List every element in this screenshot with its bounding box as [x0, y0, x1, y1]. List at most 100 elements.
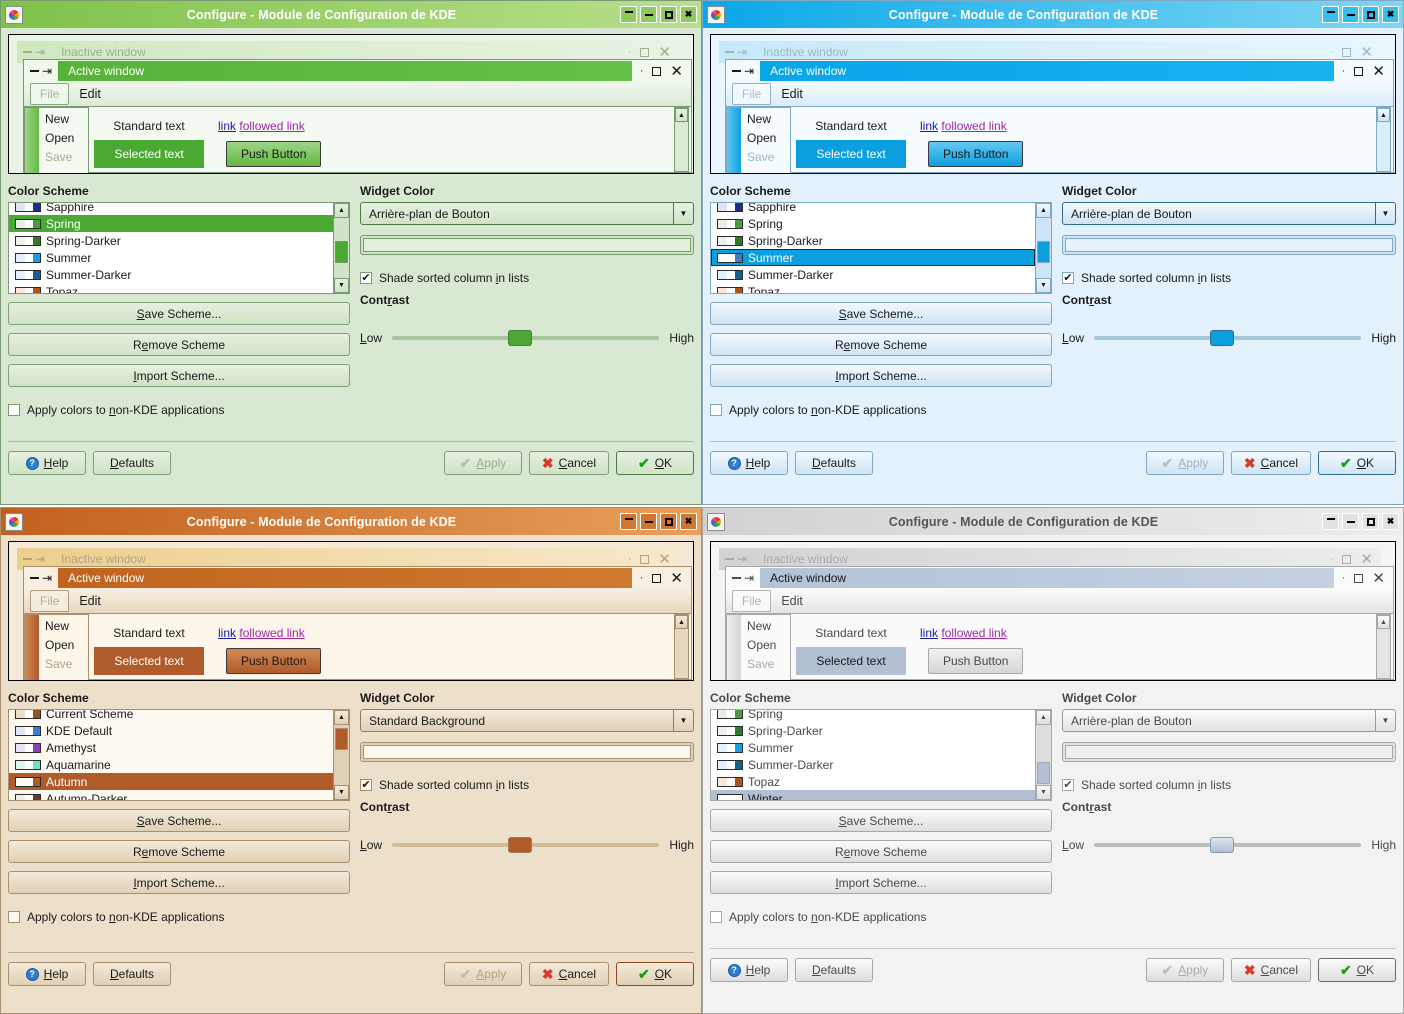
- save-scheme-button[interactable]: Save Scheme...: [8, 302, 350, 325]
- menu-popup-item[interactable]: Open: [45, 129, 88, 148]
- menu-item-edit[interactable]: Edit: [69, 84, 111, 104]
- menu-item-file[interactable]: File: [732, 83, 772, 105]
- list-item[interactable]: Spring: [711, 215, 1035, 232]
- help-button[interactable]: ? Help: [8, 962, 86, 986]
- color-preview-field[interactable]: [1062, 235, 1396, 255]
- minimize-button[interactable]: [1342, 6, 1359, 23]
- window-titlebar[interactable]: Configure - Module de Configuration de K…: [1, 1, 701, 28]
- menu-popup-item[interactable]: New: [747, 110, 790, 129]
- preview-scrollbar[interactable]: ▲: [1376, 614, 1391, 679]
- menu-item-file[interactable]: File: [30, 83, 70, 105]
- apply-nonkde-row[interactable]: Apply colors to non-KDE applications: [8, 403, 350, 417]
- list-item[interactable]: Summer-Darker: [9, 266, 333, 283]
- color-preview-field[interactable]: [360, 742, 694, 762]
- close-button[interactable]: ✖: [680, 513, 697, 530]
- scroll-up-arrow[interactable]: ▲: [1036, 710, 1051, 725]
- scroll-up-arrow[interactable]: ▲: [1036, 203, 1051, 218]
- menu-item-file[interactable]: File: [30, 590, 70, 612]
- close-button[interactable]: ✖: [680, 6, 697, 23]
- active-titlebar[interactable]: ⇥ Active window · ✕: [726, 60, 1393, 82]
- menu-popup-item[interactable]: Open: [45, 636, 88, 655]
- scroll-down-arrow[interactable]: ▼: [334, 278, 349, 293]
- scroll-up-arrow[interactable]: ▲: [1377, 615, 1390, 629]
- menu-popup-item[interactable]: New: [45, 110, 88, 129]
- list-item[interactable]: Spring-Darker: [711, 722, 1035, 739]
- help-button[interactable]: ? Help: [710, 958, 788, 982]
- cancel-button[interactable]: ✖ Cancel: [1230, 958, 1311, 982]
- shade-sorted-row[interactable]: ✔ Shade sorted column in lists: [360, 778, 694, 792]
- menu-item-edit[interactable]: Edit: [771, 84, 813, 104]
- chevron-down-icon[interactable]: ▼: [1375, 203, 1395, 224]
- apply-nonkde-row[interactable]: Apply colors to non-KDE applications: [710, 910, 1052, 924]
- preview-scrollbar[interactable]: ▲: [674, 107, 689, 172]
- scroll-down-arrow[interactable]: ▼: [1036, 278, 1051, 293]
- window-titlebar[interactable]: Configure - Module de Configuration de K…: [703, 1, 1403, 28]
- maximize-button[interactable]: [660, 6, 677, 23]
- remove-scheme-button[interactable]: Remove Scheme: [710, 840, 1052, 863]
- list-item[interactable]: KDE Default: [9, 722, 333, 739]
- link-sample[interactable]: link: [920, 119, 938, 133]
- minimize-button[interactable]: [640, 513, 657, 530]
- apply-nonkde-checkbox[interactable]: [710, 404, 722, 416]
- close-button[interactable]: ✖: [1382, 513, 1399, 530]
- list-scrollbar[interactable]: ▲ ▼: [333, 203, 349, 293]
- list-item[interactable]: Sapphire: [711, 203, 1035, 215]
- color-scheme-list[interactable]: Current Scheme KDE Default Amethyst Aquamar…: [8, 709, 350, 801]
- color-preview-field[interactable]: [360, 235, 694, 255]
- window-titlebar[interactable]: Configure - Module de Configuration de K…: [703, 508, 1403, 535]
- help-button[interactable]: ? Help: [710, 451, 788, 475]
- remove-scheme-button[interactable]: Remove Scheme: [710, 333, 1052, 356]
- followed-link-sample[interactable]: followed link: [941, 119, 1006, 133]
- import-scheme-button[interactable]: Import Scheme...: [8, 871, 350, 894]
- menu-popup-item[interactable]: Open: [747, 636, 790, 655]
- maximize-button[interactable]: [1362, 6, 1379, 23]
- window-titlebar[interactable]: Configure - Module de Configuration de K…: [1, 508, 701, 535]
- scroll-thumb[interactable]: [335, 728, 348, 750]
- minimize-button[interactable]: [640, 6, 657, 23]
- shade-button[interactable]: [620, 6, 637, 23]
- list-scrollbar[interactable]: ▲ ▼: [333, 710, 349, 800]
- push-button-sample[interactable]: Push Button: [928, 648, 1024, 674]
- remove-scheme-button[interactable]: Remove Scheme: [8, 840, 350, 863]
- list-item[interactable]: Topaz: [9, 283, 333, 293]
- defaults-button[interactable]: Defaults: [93, 451, 171, 475]
- widget-color-combo[interactable]: Arrière-plan de Bouton ▼: [1062, 202, 1396, 225]
- ok-button[interactable]: ✔ OK: [616, 962, 694, 986]
- widget-color-combo[interactable]: Arrière-plan de Bouton ▼: [1062, 709, 1396, 732]
- push-button-sample[interactable]: Push Button: [928, 141, 1024, 167]
- menu-item-edit[interactable]: Edit: [69, 591, 111, 611]
- close-button[interactable]: ✖: [1382, 6, 1399, 23]
- menu-popup-item[interactable]: Save: [45, 655, 88, 674]
- list-item[interactable]: Summer: [711, 249, 1035, 266]
- scroll-up-arrow[interactable]: ▲: [334, 203, 349, 218]
- chevron-down-icon[interactable]: ▼: [1375, 710, 1395, 731]
- minimize-button[interactable]: [1342, 513, 1359, 530]
- push-button-sample[interactable]: Push Button: [226, 141, 322, 167]
- menu-popup-item[interactable]: Save: [45, 148, 88, 167]
- list-item[interactable]: Spring: [711, 710, 1035, 722]
- list-item[interactable]: Sapphire: [9, 203, 333, 215]
- save-scheme-button[interactable]: Save Scheme...: [710, 809, 1052, 832]
- scroll-up-arrow[interactable]: ▲: [1377, 108, 1390, 122]
- remove-scheme-button[interactable]: Remove Scheme: [8, 333, 350, 356]
- list-item[interactable]: Amethyst: [9, 739, 333, 756]
- scroll-up-arrow[interactable]: ▲: [675, 108, 688, 122]
- list-scrollbar[interactable]: ▲ ▼: [1035, 710, 1051, 800]
- widget-color-combo[interactable]: Standard Background ▼: [360, 709, 694, 732]
- active-titlebar[interactable]: ⇥ Active window · ✕: [24, 60, 691, 82]
- scroll-thumb[interactable]: [335, 241, 348, 263]
- shade-button[interactable]: [620, 513, 637, 530]
- list-item[interactable]: Aquamarine: [9, 756, 333, 773]
- cancel-button[interactable]: ✖ Cancel: [528, 962, 609, 986]
- list-item[interactable]: Spring: [9, 215, 333, 232]
- menu-item-edit[interactable]: Edit: [771, 591, 813, 611]
- list-item[interactable]: Autumn: [9, 773, 333, 790]
- contrast-slider-thumb[interactable]: [1210, 837, 1235, 853]
- color-scheme-list[interactable]: Spring Spring-Darker Summer Summer-Darker To…: [710, 709, 1052, 801]
- menu-popup-item[interactable]: Open: [747, 129, 790, 148]
- chevron-down-icon[interactable]: ▼: [673, 203, 693, 224]
- color-scheme-list[interactable]: Sapphire Spring Spring-Darker Summer Summer-…: [710, 202, 1052, 294]
- scroll-thumb[interactable]: [1037, 241, 1050, 263]
- cancel-button[interactable]: ✖ Cancel: [528, 451, 609, 475]
- push-button-sample[interactable]: Push Button: [226, 648, 322, 674]
